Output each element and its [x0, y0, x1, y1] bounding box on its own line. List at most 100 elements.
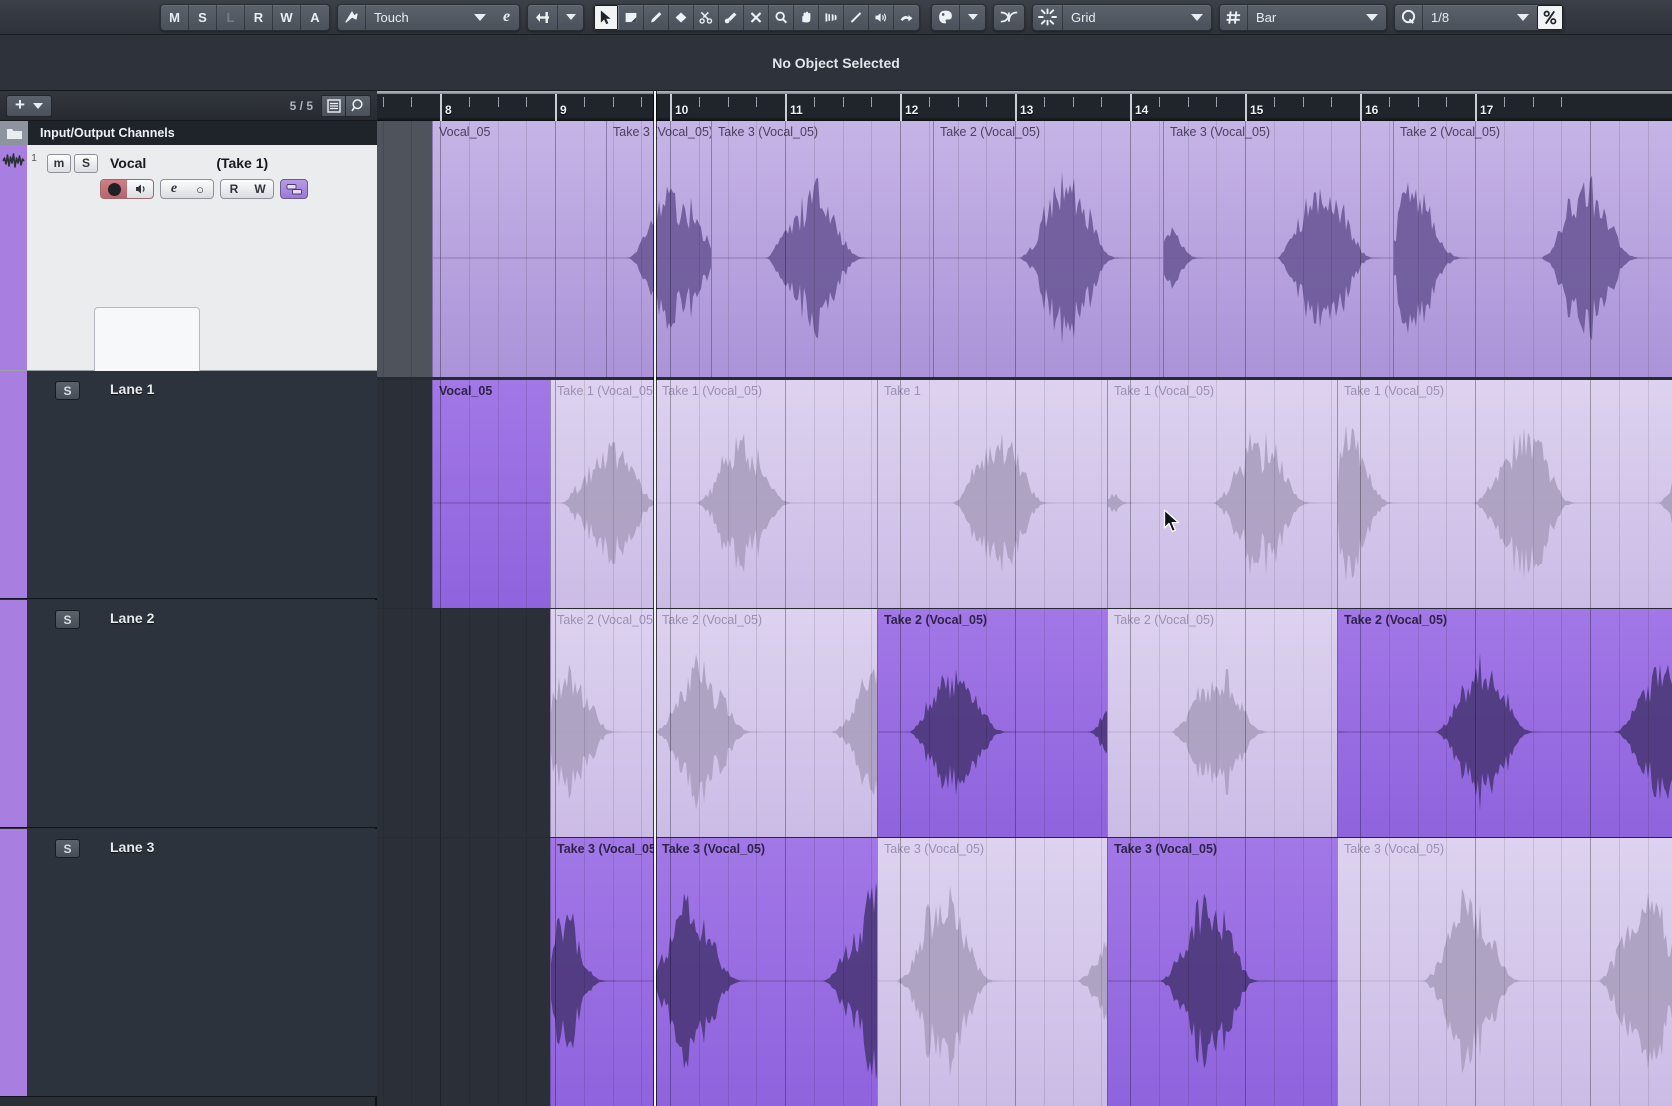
- ruler-bar-mark: [785, 94, 787, 121]
- ruler-bar-mark: [1360, 94, 1362, 121]
- lane-gutter: [377, 380, 432, 608]
- grid-beat-line: [1303, 838, 1304, 1106]
- arrange-area[interactable]: 8 9 10 11 12 13 14 15 16 17 Vocal_05 Take 3 (Vocal…: [377, 91, 1672, 1106]
- take-lane-3[interactable]: Take 3 (Vocal_05) Take 3 (Vocal_05) Take 3…: [377, 838, 1672, 1106]
- timeline-ruler[interactable]: 8 9 10 11 12 13 14 15 16 17: [377, 91, 1672, 121]
- grid-bar-line: [555, 838, 556, 1106]
- lane-solo-button[interactable]: S: [55, 381, 80, 400]
- ruler-beat-mark: [383, 97, 384, 107]
- comp-track-lane[interactable]: Vocal_05 Take 3 (Vocal_05) Take 3 (Vocal_0…: [377, 121, 1672, 377]
- freeze-button[interactable]: ○: [187, 180, 213, 198]
- ruler-bar-mark: [670, 94, 672, 121]
- edit-e-icon[interactable]: e: [494, 5, 519, 30]
- play-speaker-tool[interactable]: [869, 4, 894, 30]
- automation-button-m[interactable]: M: [161, 4, 189, 30]
- nudge-icon[interactable]: [528, 4, 558, 30]
- playhead-cursor[interactable]: [654, 91, 656, 1106]
- grid-type-select[interactable]: Bar: [1248, 5, 1386, 30]
- drag-hand-tool[interactable]: [794, 4, 819, 30]
- color-tool[interactable]: [894, 5, 919, 30]
- object-selection-tool[interactable]: [594, 4, 619, 30]
- grid-beat-line: [728, 121, 729, 377]
- grid-beat-line: [1216, 380, 1217, 608]
- automation-button-r[interactable]: R: [245, 4, 273, 30]
- search-icon[interactable]: [346, 94, 371, 117]
- crossfade-icon[interactable]: [994, 5, 1024, 30]
- snap-magnet-icon[interactable]: [1033, 4, 1063, 30]
- take-lane-1[interactable]: Vocal_05 Take 1 (Vocal_05) Take 1 (Vocal_0…: [377, 380, 1672, 608]
- folder-track-row[interactable]: Input/Output Channels: [0, 121, 377, 145]
- grid-beat-line: [1331, 609, 1332, 837]
- quantize-percent-icon[interactable]: [1537, 4, 1563, 30]
- track-name[interactable]: Vocal: [110, 155, 146, 171]
- automation-button-a[interactable]: A: [301, 5, 329, 30]
- quantize-preset-select[interactable]: 1/8: [1423, 5, 1537, 30]
- automation-mode-select[interactable]: Touch: [366, 5, 494, 30]
- mute-x-tool[interactable]: [744, 4, 769, 30]
- add-track-button[interactable]: +: [6, 94, 52, 117]
- take-lane-2[interactable]: Take 2 (Vocal_05) Take 2 (Vocal_05) Take 2…: [377, 609, 1672, 837]
- info-line-text: No Object Selected: [772, 54, 900, 71]
- color-palette-icon[interactable]: [932, 4, 960, 30]
- grid-beat-line: [1073, 380, 1074, 608]
- grid-bar-line: [440, 838, 441, 1106]
- audio-clip-segment[interactable]: Take 3 (Vocal_05): [606, 121, 711, 377]
- clip-waveform: [934, 171, 1163, 345]
- clip-label: Take 3 (Vocal_05): [1170, 125, 1271, 139]
- ruler-bar-label: 15: [1250, 103, 1264, 117]
- clip-label: Take 3 (Vocal_05): [1344, 842, 1445, 856]
- lane-solo-button[interactable]: S: [55, 610, 80, 629]
- nudge-menu-button[interactable]: [558, 5, 583, 30]
- track-mute-button[interactable]: m: [47, 153, 71, 173]
- ruler-beat-mark: [1073, 97, 1074, 107]
- quantize-q-icon[interactable]: [1395, 4, 1423, 30]
- color-menu-button[interactable]: [960, 5, 985, 30]
- audio-clip-segment[interactable]: Take 1 (Vocal_05): [550, 380, 655, 608]
- automation-button-s[interactable]: S: [189, 4, 217, 30]
- automation-button-l[interactable]: L: [217, 4, 245, 30]
- grid-beat-line: [1274, 121, 1275, 377]
- automation-button-w[interactable]: W: [273, 4, 301, 30]
- ruler-beat-mark: [871, 97, 872, 107]
- grid-beat-line: [1044, 121, 1045, 377]
- grid-hash-icon[interactable]: [1220, 4, 1248, 30]
- line-tool[interactable]: [844, 4, 869, 30]
- monitor-button[interactable]: [127, 180, 153, 198]
- ruler-beat-mark: [613, 97, 614, 107]
- draw-pencil-tool[interactable]: [644, 4, 669, 30]
- track-list-icon[interactable]: [321, 94, 346, 117]
- comp-tool[interactable]: [819, 4, 844, 30]
- audio-clip-segment[interactable]: Vocal_05: [432, 121, 606, 377]
- record-enable-button[interactable]: [101, 180, 127, 198]
- clip-waveform: [551, 664, 655, 800]
- lane-header-2[interactable]: S Lane 2: [0, 600, 377, 828]
- range-selection-tool[interactable]: [619, 4, 644, 30]
- track-solo-button[interactable]: S: [74, 153, 98, 173]
- automation-read-write-icon[interactable]: [338, 4, 366, 30]
- lanes-button[interactable]: [280, 179, 308, 199]
- audio-clip-segment[interactable]: Take 3 (Vocal_05): [1163, 121, 1393, 377]
- write-automation-button[interactable]: W: [247, 180, 273, 198]
- audio-track-header[interactable]: 1 m S Vocal (Take 1) e ○ R W: [0, 145, 377, 411]
- erase-tool[interactable]: [669, 4, 694, 30]
- audio-clip-segment[interactable]: Take 2 (Vocal_05): [933, 121, 1163, 377]
- audio-clip-segment[interactable]: Take 3 (Vocal_05): [550, 838, 655, 1106]
- audio-clip-segment[interactable]: Vocal_05: [432, 380, 550, 608]
- track-number: 1: [27, 145, 41, 370]
- ruler-beat-mark: [1533, 97, 1534, 107]
- zoom-magnifier-tool[interactable]: [769, 4, 794, 30]
- ruler-beat-mark: [756, 97, 757, 107]
- audio-clip-segment[interactable]: Take 2 (Vocal_05): [550, 609, 655, 837]
- grid-beat-line: [929, 609, 930, 837]
- edit-channel-button[interactable]: e: [161, 180, 187, 198]
- split-scissors-tool[interactable]: [694, 4, 719, 30]
- lane-header-3[interactable]: S Lane 3: [0, 829, 377, 1097]
- grid-bar-line: [1360, 380, 1361, 608]
- lane-header-1[interactable]: S Lane 1: [0, 371, 377, 599]
- grid-beat-line: [1389, 838, 1390, 1106]
- grid-beat-line: [1188, 609, 1189, 837]
- read-automation-button[interactable]: R: [221, 180, 247, 198]
- snap-mode-select[interactable]: Grid: [1063, 5, 1211, 30]
- lane-solo-button[interactable]: S: [55, 839, 80, 858]
- glue-tool[interactable]: [719, 4, 744, 30]
